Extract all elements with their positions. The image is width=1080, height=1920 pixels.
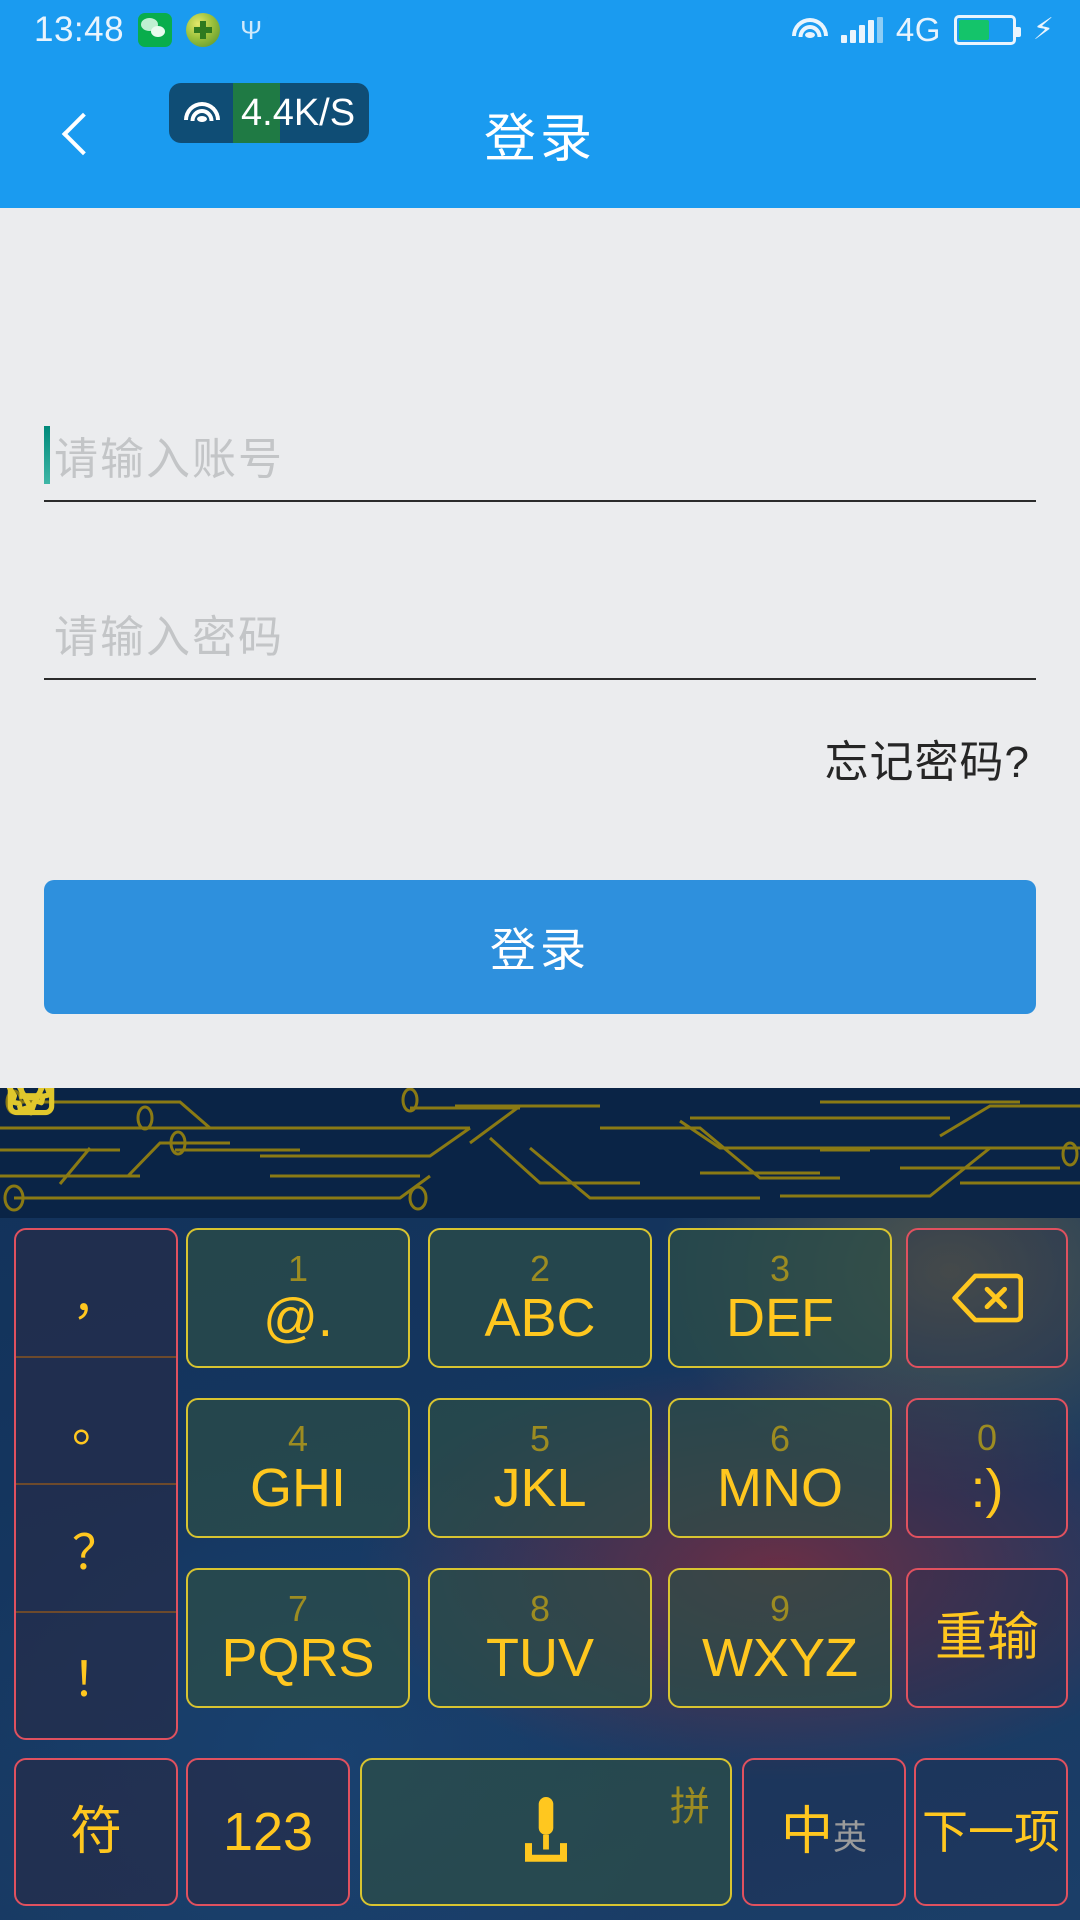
overlay-wifi-icon bbox=[184, 101, 220, 126]
charging-bolt-icon: ⚡ bbox=[1032, 13, 1054, 46]
key-3-digit: 3 bbox=[769, 1248, 791, 1289]
key-lang-en-label: 英 bbox=[833, 1818, 867, 1857]
app-bar: 登录 bbox=[0, 60, 1080, 208]
key-0-digit: 0 bbox=[976, 1417, 998, 1458]
key-4-digit: 4 bbox=[287, 1418, 309, 1459]
network-speed-overlay[interactable]: 4.4K/S bbox=[169, 83, 370, 143]
account-field[interactable]: 请输入账号 bbox=[44, 410, 1036, 502]
key-0[interactable]: 0 :) bbox=[906, 1398, 1068, 1538]
network-type-label: 4G bbox=[895, 11, 941, 48]
key-2[interactable]: 2 ABC bbox=[428, 1228, 652, 1368]
key-8-digit: 8 bbox=[529, 1588, 551, 1629]
key-1-label: @. bbox=[263, 1288, 333, 1348]
microphone-icon bbox=[525, 1797, 567, 1862]
key-6-label: MNO bbox=[717, 1458, 843, 1518]
forgot-password-link[interactable]: 忘记密码? bbox=[825, 726, 1030, 790]
circuit-decoration bbox=[0, 1088, 1080, 1212]
key-5-digit: 5 bbox=[529, 1418, 551, 1459]
status-bar: 13:48 Ψ 4G ⚡ bbox=[0, 0, 1080, 60]
key-redo[interactable]: 重输 bbox=[906, 1568, 1068, 1708]
login-form: 请输入账号 请输入密码 忘记密码? 登录 bbox=[0, 208, 1080, 1088]
key-5-label: JKL bbox=[493, 1458, 587, 1518]
key-9[interactable]: 9 WXYZ bbox=[668, 1568, 892, 1708]
key-redo-label: 重输 bbox=[934, 1609, 1039, 1667]
key-7[interactable]: 7 PQRS bbox=[186, 1568, 410, 1708]
key-symbols-label: 符 bbox=[69, 1803, 122, 1861]
key-next-field[interactable]: 下一项 bbox=[914, 1758, 1068, 1906]
login-button[interactable]: 登录 bbox=[44, 880, 1036, 1014]
green-plus-icon bbox=[186, 13, 221, 47]
text-caret bbox=[44, 426, 50, 484]
key-symbols[interactable]: 符 bbox=[14, 1758, 178, 1906]
punctuation-column: ， 。 ？ ！ bbox=[14, 1228, 178, 1740]
signal-icon bbox=[840, 17, 883, 43]
key-comma[interactable]: ， bbox=[16, 1230, 176, 1358]
key-5[interactable]: 5 JKL bbox=[428, 1398, 652, 1538]
keyboard-toolbar bbox=[0, 1088, 1080, 1218]
wechat-icon bbox=[138, 13, 173, 47]
password-field[interactable]: 请输入密码 bbox=[44, 588, 1036, 680]
soft-keyboard: ， 。 ？ ！ 1 @. 2 ABC 3 DEF 4 GHI 5 JKL 6 M… bbox=[0, 1088, 1080, 1920]
status-time: 13:48 bbox=[34, 10, 125, 49]
status-bar-right: 4G ⚡ bbox=[791, 11, 1054, 49]
battery-icon bbox=[953, 15, 1021, 45]
usb-icon: Ψ bbox=[234, 13, 269, 47]
wifi-icon bbox=[791, 17, 828, 44]
key-8[interactable]: 8 TUV bbox=[428, 1568, 652, 1708]
key-numeric-label: 123 bbox=[222, 1802, 314, 1862]
key-7-digit: 7 bbox=[287, 1588, 309, 1629]
network-speed-value: 4.4K/S bbox=[233, 83, 364, 143]
key-0-label: :) bbox=[970, 1459, 1004, 1519]
key-9-label: WXYZ bbox=[702, 1628, 858, 1688]
account-placeholder: 请输入账号 bbox=[54, 435, 284, 484]
key-1[interactable]: 1 @. bbox=[186, 1228, 410, 1368]
key-2-label: ABC bbox=[484, 1288, 596, 1348]
key-6[interactable]: 6 MNO bbox=[668, 1398, 892, 1538]
key-space-hint: 拼 bbox=[670, 1785, 710, 1829]
key-6-digit: 6 bbox=[769, 1418, 791, 1459]
page-title: 登录 bbox=[483, 110, 596, 169]
key-exclamation[interactable]: ！ bbox=[16, 1613, 176, 1739]
key-period[interactable]: 。 bbox=[16, 1358, 176, 1485]
key-2-digit: 2 bbox=[529, 1248, 551, 1289]
key-4[interactable]: 4 GHI bbox=[186, 1398, 410, 1538]
key-question[interactable]: ？ bbox=[16, 1485, 176, 1613]
key-9-digit: 9 bbox=[769, 1588, 791, 1629]
keyboard-keys: ， 。 ？ ！ 1 @. 2 ABC 3 DEF 4 GHI 5 JKL 6 M… bbox=[0, 1218, 1080, 1920]
key-3[interactable]: 3 DEF bbox=[668, 1228, 892, 1368]
key-numeric-mode[interactable]: 123 bbox=[186, 1758, 350, 1906]
chevron-down-triangle-icon[interactable] bbox=[0, 1088, 62, 1119]
key-1-digit: 1 bbox=[287, 1248, 309, 1289]
key-4-label: GHI bbox=[249, 1458, 346, 1518]
key-language-toggle[interactable]: 中 英 bbox=[742, 1758, 906, 1906]
key-lang-cn-label: 中 bbox=[780, 1802, 833, 1861]
password-placeholder: 请输入密码 bbox=[54, 613, 284, 662]
status-bar-left: 13:48 Ψ bbox=[34, 10, 269, 50]
key-backspace[interactable] bbox=[906, 1228, 1068, 1368]
key-3-label: DEF bbox=[726, 1288, 834, 1348]
backspace-icon bbox=[952, 1273, 1023, 1323]
key-8-label: TUV bbox=[486, 1628, 594, 1688]
key-next-label: 下一项 bbox=[922, 1806, 1060, 1858]
key-7-label: PQRS bbox=[221, 1628, 375, 1688]
key-space[interactable]: 拼 bbox=[360, 1758, 732, 1906]
